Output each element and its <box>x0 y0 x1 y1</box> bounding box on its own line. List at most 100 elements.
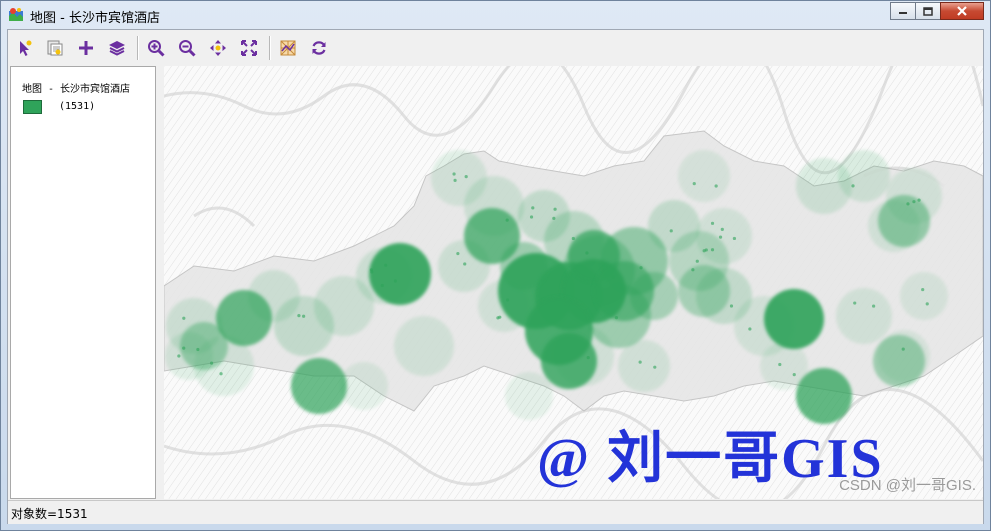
info-icon <box>47 40 63 56</box>
hotel-point <box>710 221 715 225</box>
toolbar <box>8 30 983 66</box>
legend-title: 地图 - 长沙市宾馆酒店 <box>22 84 131 95</box>
refresh-icon <box>312 41 326 55</box>
hotel-point <box>729 304 734 308</box>
pan-icon <box>210 40 226 56</box>
hotel-point <box>182 316 186 320</box>
hotel-point <box>452 172 456 176</box>
status-bar: 对象数=1531 <box>8 500 983 524</box>
zoom-in-tool-button[interactable] <box>144 36 168 60</box>
hotel-point <box>778 362 782 367</box>
hotel-point <box>177 354 181 358</box>
select-tool-button[interactable] <box>13 36 37 60</box>
author-overlay: @ 刘一哥GIS <box>537 428 884 490</box>
info-tool-button[interactable] <box>43 36 67 60</box>
point-cluster <box>878 195 930 247</box>
add-tool-button[interactable] <box>74 36 98 60</box>
plus-icon <box>79 41 93 55</box>
layers-tool-button[interactable] <box>105 36 129 60</box>
hotel-point <box>380 283 384 288</box>
pointer-icon <box>20 40 32 56</box>
point-cluster <box>630 272 678 320</box>
maximize-button[interactable] <box>915 2 941 20</box>
hotel-point <box>464 175 468 179</box>
point-cluster <box>836 288 892 344</box>
hotel-point <box>718 235 723 239</box>
hotel-point <box>595 285 599 290</box>
hotel-point <box>912 200 916 204</box>
hotel-point <box>692 182 696 186</box>
hotel-point <box>748 327 752 331</box>
hotel-point <box>720 227 724 231</box>
point-cluster <box>618 340 670 392</box>
hotel-point <box>506 298 510 302</box>
hotel-point <box>921 287 925 292</box>
hotel-point <box>393 279 397 283</box>
point-cluster <box>369 243 431 305</box>
point-cluster <box>764 289 824 349</box>
watermark: CSDN @刘一哥GIS. <box>839 477 976 494</box>
point-cluster <box>340 362 388 410</box>
zoom-out-tool-button[interactable] <box>175 36 199 60</box>
refresh-tool-button[interactable] <box>307 36 331 60</box>
hotel-point <box>653 365 657 369</box>
hotel-point <box>529 215 534 219</box>
layers-icon <box>109 41 125 56</box>
hotel-point <box>638 360 642 364</box>
map-app-icon <box>9 8 23 21</box>
hotel-point <box>906 202 910 206</box>
maximize-icon <box>923 6 933 16</box>
hotel-point <box>552 216 556 220</box>
point-cluster <box>678 150 730 202</box>
hotel-point <box>732 236 737 241</box>
minimize-button[interactable] <box>890 2 916 20</box>
title-bar[interactable]: 地图 - 长沙市宾馆酒店 <box>1 1 990 29</box>
point-cluster <box>900 272 948 320</box>
full-extent-icon <box>241 40 257 56</box>
minimize-icon <box>899 12 907 14</box>
hotel-point <box>611 275 615 279</box>
hotel-point <box>456 252 460 256</box>
hotel-point <box>614 316 619 320</box>
hotel-point <box>695 259 699 263</box>
hotel-point <box>586 356 590 360</box>
zoom-out-icon <box>179 40 196 57</box>
hotel-point <box>384 263 388 267</box>
hotel-point <box>571 236 575 241</box>
hotel-point <box>196 347 200 352</box>
client-area: 地图 - 长沙市宾馆酒店 (1531) @ 刘一哥GIS 对象数=1531 <box>7 29 984 524</box>
hotel-point <box>553 207 557 211</box>
hotel-point <box>669 229 673 233</box>
hotel-point <box>714 184 718 188</box>
hotel-point <box>925 302 929 306</box>
point-cluster <box>873 335 925 387</box>
window-title: 地图 - 长沙市宾馆酒店 <box>30 11 160 26</box>
basemap-icon <box>280 40 296 56</box>
legend-count: (1531) <box>59 101 96 112</box>
hotel-point <box>585 251 589 255</box>
hotel-point <box>639 266 643 270</box>
map-view[interactable]: @ 刘一哥GIS <box>164 66 983 499</box>
hotel-point <box>691 268 695 272</box>
point-cluster <box>394 316 454 376</box>
close-button[interactable] <box>940 2 984 20</box>
close-icon <box>957 6 967 16</box>
hotel-point <box>209 361 214 365</box>
hotel-point <box>851 184 855 188</box>
hotel-point <box>297 314 301 318</box>
basemap-tool-button[interactable] <box>276 36 300 60</box>
hotel-point <box>531 206 535 210</box>
object-count: 对象数=1531 <box>11 507 88 521</box>
point-cluster <box>500 242 548 290</box>
full-extent-tool-button[interactable] <box>237 36 261 60</box>
pan-tool-button[interactable] <box>206 36 230 60</box>
point-cluster <box>696 208 752 264</box>
hotel-point <box>302 314 306 318</box>
hotel-point <box>792 373 796 377</box>
hotel-point <box>463 262 467 266</box>
hotel-point <box>853 301 857 305</box>
point-cluster <box>180 322 228 370</box>
zoom-in-icon <box>148 40 165 57</box>
hotel-point <box>901 347 905 351</box>
hotel-point <box>710 248 715 252</box>
